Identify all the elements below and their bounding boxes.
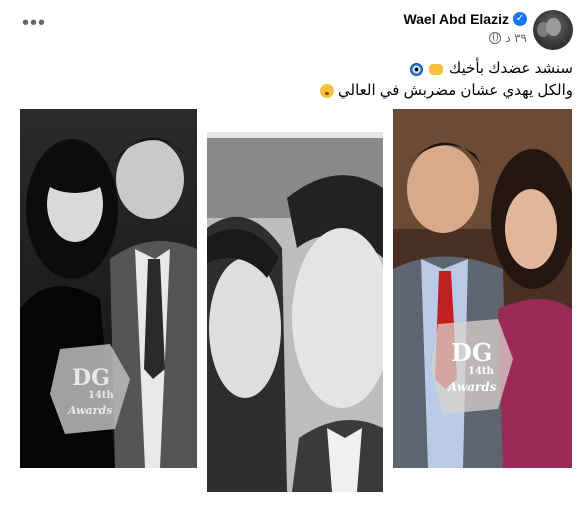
verified-badge-icon: ✓ [513, 12, 527, 26]
post-photo-middle[interactable] [207, 132, 383, 492]
post-line-1: سنشد عضدك بأخيك [33, 58, 573, 80]
photo-right-illustration [393, 109, 572, 468]
post-photo-right[interactable]: DG 14th Awards [393, 109, 572, 468]
author-name[interactable]: Wael Abd Elaziz [403, 11, 509, 27]
post-photo-left[interactable]: DG 14th Awards [20, 109, 197, 468]
globe-icon [489, 32, 502, 44]
post-meta: ٣٩ د [489, 31, 527, 45]
post-line-1-text: سنشد عضدك بأخيك [448, 60, 573, 77]
award-number-right: 14th [468, 366, 494, 377]
author-row: Wael Abd Elaziz ✓ [403, 11, 527, 27]
hushed-face-emoji-icon [319, 84, 334, 99]
author-avatar[interactable] [533, 10, 573, 50]
post-message: سنشد عضدك بأخيك والكل يهدي عشان مضربش في… [33, 58, 573, 102]
fist-emoji-icon [428, 63, 443, 75]
award-word-right: Awards [448, 380, 497, 394]
award-word-left: Awards [68, 404, 113, 417]
post-line-2-text: والكل يهدي عشان مضربش في العالي [338, 82, 573, 99]
award-number-left: 14th [88, 390, 114, 401]
facebook-post-card: Wael Abd Elaziz ✓ ٣٩ د ••• سنشد عضدك بأخ… [0, 0, 585, 507]
post-line-2: والكل يهدي عشان مضربش في العالي [33, 80, 573, 102]
more-options-icon[interactable]: ••• [22, 13, 46, 33]
award-brand-left: DG [72, 365, 110, 391]
photo-middle-illustration [207, 138, 383, 492]
avatar-face-primary [546, 18, 561, 36]
evil-eye-emoji-icon [409, 62, 423, 76]
post-timestamp[interactable]: ٣٩ د [505, 31, 527, 45]
award-brand-right: DG [451, 338, 493, 367]
